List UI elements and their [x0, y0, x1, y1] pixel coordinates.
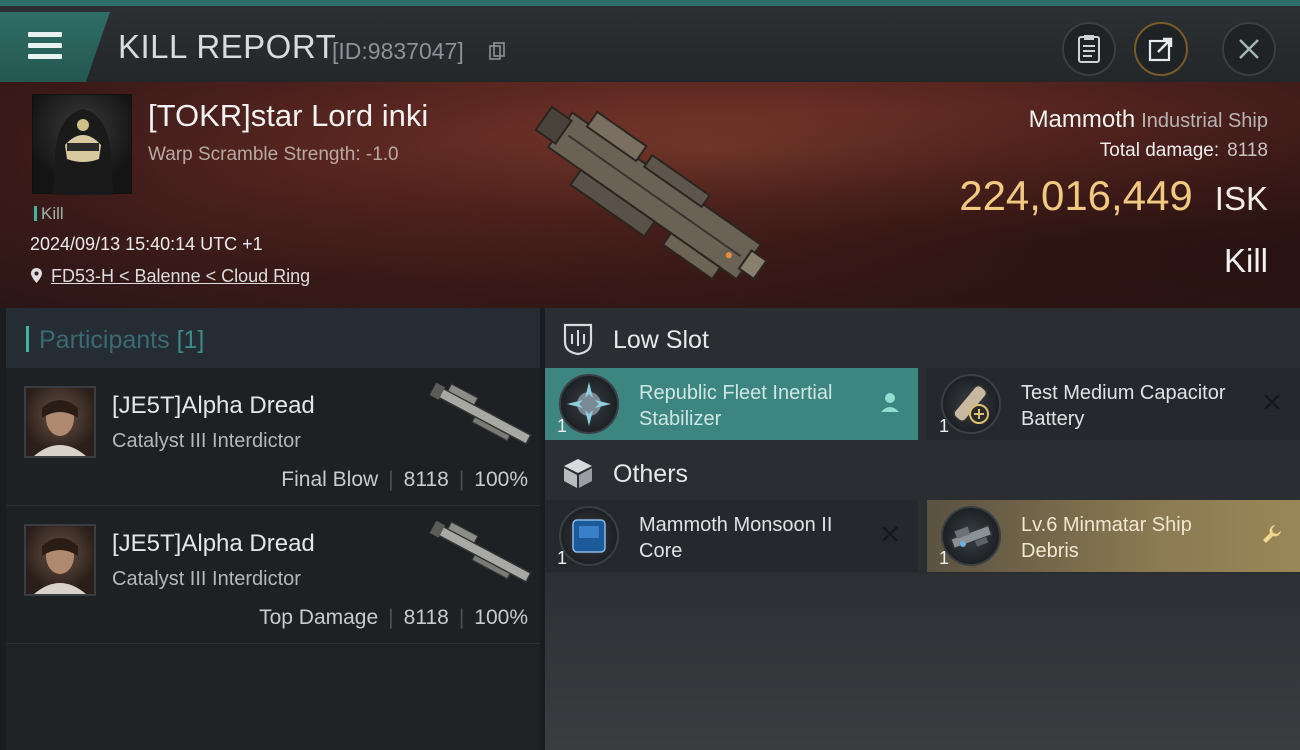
module-quantity: 1 — [557, 548, 568, 568]
close-icon[interactable] — [1260, 390, 1284, 414]
share-button[interactable] — [1134, 22, 1188, 76]
clipboard-button[interactable] — [1062, 22, 1116, 76]
victim-portrait[interactable] — [32, 94, 132, 195]
close-icon[interactable] — [878, 522, 902, 546]
close-button[interactable] — [1222, 22, 1276, 76]
others-label: Others — [613, 460, 689, 488]
module-item[interactable]: 1 Test Medium Capacitor Battery — [927, 368, 1300, 440]
isk-unit: ISK — [1214, 180, 1268, 217]
empty-area — [545, 574, 1300, 750]
kill-result: Kill — [1223, 242, 1268, 279]
module-icon — [941, 374, 1001, 434]
page-title: KILL REPORT — [118, 28, 337, 65]
low-slot-header: Low Slot — [545, 308, 1300, 368]
module-item[interactable]: 1 Mammoth Monsoon II Core — [545, 500, 918, 572]
kill-location[interactable]: FD53-H < Balenne < Cloud Ring — [30, 266, 310, 287]
participant-avatar — [24, 524, 96, 596]
participant-ship: Catalyst III Interdictor — [112, 430, 301, 452]
victim-banner: [TOKR]star Lord inki Warp Scramble Stren… — [0, 82, 1300, 308]
participants-panel: Participants [1] [JE5T]Alpha Dread Catal… — [6, 308, 540, 750]
low-slot-label: Low Slot — [613, 326, 709, 354]
victim-ship-name[interactable]: Mammoth Industrial Ship — [1029, 106, 1268, 134]
participant-stats: Final Blow | 8118 | 100% — [281, 468, 528, 491]
others-header: Others — [545, 442, 1300, 502]
module-item[interactable]: 1 Republic Fleet Inertial Stabilizer — [545, 368, 918, 440]
participant-row[interactable]: [JE5T]Alpha Dread Catalyst III Interdict… — [6, 506, 540, 644]
module-icon — [559, 506, 619, 566]
participant-stats: Top Damage | 8118 | 100% — [259, 606, 528, 629]
isk-value: 224,016,449 ISK — [959, 172, 1268, 219]
victim-ship-class: Industrial Ship — [1141, 110, 1268, 132]
menu-icon — [28, 32, 62, 60]
report-id: [ID:9837047] — [332, 38, 464, 64]
victim-ship-image — [534, 105, 768, 281]
clipboard-icon — [1078, 35, 1100, 63]
box-icon — [564, 459, 592, 488]
location-pin-icon — [31, 268, 42, 283]
participant-name: [JE5T]Alpha Dread — [112, 392, 315, 419]
module-item[interactable]: 1 Lv.6 Minmatar Ship Debris — [927, 500, 1300, 572]
person-icon[interactable] — [878, 390, 902, 414]
participants-header: Participants [1] — [6, 308, 540, 368]
location-link[interactable]: FD53-H < Balenne < Cloud Ring — [51, 266, 310, 286]
participant-ship: Catalyst III Interdictor — [112, 568, 301, 590]
share-icon — [1148, 37, 1173, 62]
module-icon — [559, 374, 619, 434]
kill-datetime: 2024/09/13 15:40:14 UTC +1 — [30, 234, 263, 254]
module-name: Mammoth Monsoon II Core — [639, 514, 833, 562]
copy-icon[interactable] — [489, 42, 505, 60]
module-quantity: 1 — [939, 416, 950, 436]
total-damage: Total damage: 8118 — [1099, 140, 1268, 161]
warp-scramble-strength: Warp Scramble Strength: -1.0 — [148, 144, 399, 165]
wrench-icon[interactable] — [1260, 522, 1284, 546]
menu-button[interactable] — [0, 12, 110, 82]
module-name: Lv.6 Minmatar Ship Debris — [1021, 514, 1192, 562]
participants-count: [1] — [176, 326, 205, 354]
participant-row[interactable]: [JE5T]Alpha Dread Catalyst III Interdict… — [6, 368, 540, 506]
module-name: Test Medium Capacitor Battery — [1021, 382, 1226, 430]
kill-tag: Kill — [34, 204, 64, 224]
module-quantity: 1 — [939, 548, 950, 568]
participant-avatar — [24, 386, 96, 458]
participant-ship-image — [429, 382, 532, 445]
victim-pilot-name[interactable]: [TOKR]star Lord inki — [148, 98, 428, 134]
close-icon — [1239, 39, 1259, 59]
title-bar: KILL REPORT [ID:9837047] — [0, 0, 1300, 82]
fitting-panel: Low Slot 1 Republic Fleet Inertial Stabi… — [545, 308, 1300, 750]
module-name: Republic Fleet Inertial Stabilizer — [639, 382, 833, 430]
low-slot-icon — [563, 323, 593, 356]
module-quantity: 1 — [557, 416, 568, 436]
module-icon — [941, 506, 1001, 566]
participant-name: [JE5T]Alpha Dread — [112, 530, 315, 557]
total-damage-value: 8118 — [1227, 140, 1268, 161]
participant-ship-image — [429, 520, 532, 583]
